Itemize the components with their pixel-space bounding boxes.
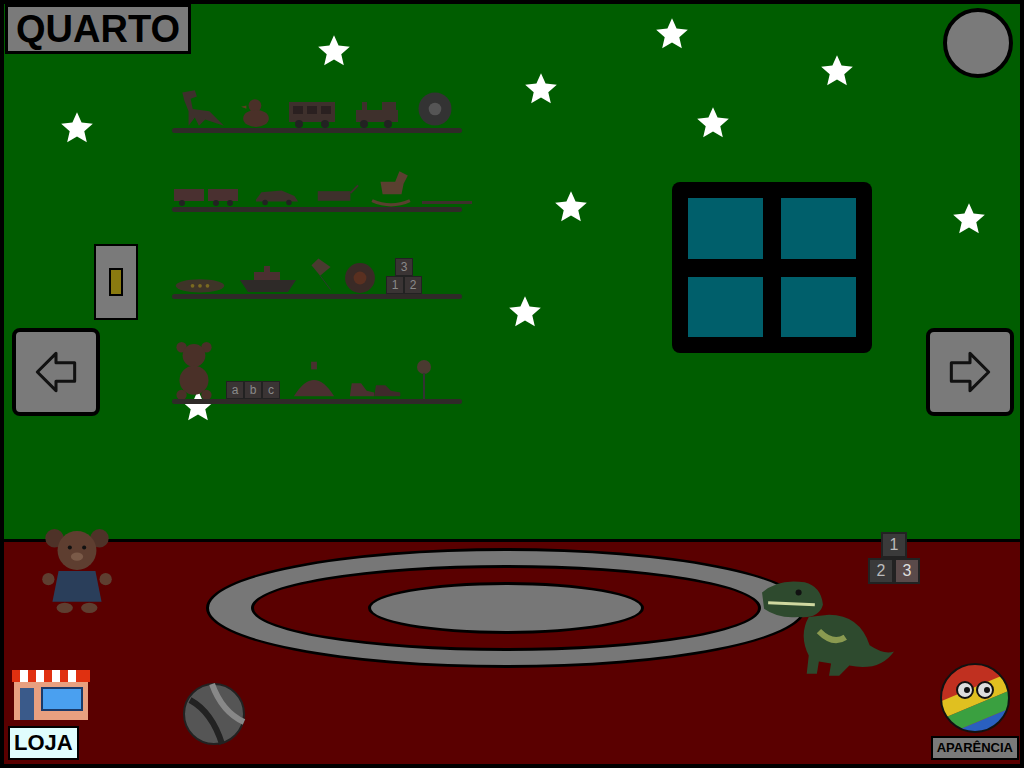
right-arrow-icon (942, 344, 998, 400)
flower-toy-icon (416, 90, 454, 128)
toy-car-icon (252, 185, 302, 207)
duck-toy-icon (240, 96, 272, 128)
shelf: abc (172, 339, 472, 404)
rug (206, 548, 806, 668)
submarine-toy-icon (172, 274, 228, 294)
ball-toy-icon (344, 262, 376, 294)
shelf-block: 3 (395, 258, 413, 276)
star-icon (694, 104, 732, 142)
floor-block: 3 (894, 558, 920, 584)
shelf-block: 2 (404, 276, 422, 294)
floor-block: 2 (868, 558, 894, 584)
appearance-label: APARÊNCIA (931, 736, 1019, 760)
kite-toy-icon (308, 254, 334, 294)
wall: QUARTO 312 abc (4, 4, 1020, 539)
star-icon (522, 70, 560, 108)
shelf-block: c (262, 381, 280, 399)
rose-toy-icon (414, 359, 434, 399)
window-pane (688, 198, 763, 259)
appearance-icon (939, 662, 1011, 734)
shelf-board (172, 399, 462, 404)
letter-blocks: abc (226, 381, 280, 399)
dinosaur-icon[interactable] (758, 574, 894, 676)
shelf-board (172, 294, 462, 299)
toy-train-icon (172, 183, 242, 207)
floor-block: 1 (881, 532, 907, 558)
star-icon (506, 293, 544, 331)
teddy-bear-toy-icon (172, 341, 216, 399)
shelf-block: 1 (386, 276, 404, 294)
toy-track-icon (422, 197, 472, 207)
toy-wagon-icon (312, 183, 360, 207)
next-room-button[interactable] (926, 328, 1014, 416)
dinosaur-toy-icon (174, 86, 226, 128)
star-icon (653, 15, 691, 53)
appearance-button[interactable]: APARÊNCIA (931, 662, 1019, 760)
menu-circle-button[interactable] (943, 8, 1013, 78)
teddy-bear-icon[interactable] (40, 526, 114, 614)
room-title: QUARTO (5, 4, 191, 54)
previous-room-button[interactable] (12, 328, 100, 416)
shelf (172, 84, 472, 133)
navigation (12, 328, 1014, 416)
shelf (172, 173, 472, 212)
shelf-block: b (244, 381, 262, 399)
rocking-horse-icon (370, 169, 412, 207)
star-icon (552, 188, 590, 226)
rug-center (368, 582, 644, 634)
shelf-block: a (226, 381, 244, 399)
floor: 123LOJAAPARÊNCIA (4, 539, 1020, 764)
shelf-board (172, 207, 462, 212)
left-arrow-icon (28, 344, 84, 400)
shoes-toy-icon (348, 375, 404, 399)
cake-toy-icon (290, 359, 338, 399)
shop-button[interactable]: LOJA (8, 666, 92, 760)
star-icon (315, 32, 353, 70)
window-pane (688, 277, 763, 338)
star-icon (58, 109, 96, 147)
star-icon (818, 52, 856, 90)
shelf-board (172, 128, 462, 133)
shop-label: LOJA (8, 726, 79, 760)
train-car-toy-icon (286, 98, 338, 128)
window-pane (781, 198, 856, 259)
ball-icon[interactable] (182, 682, 246, 746)
locomotive-toy-icon (352, 98, 402, 128)
shop-icon (10, 666, 92, 722)
room-window (672, 182, 872, 353)
switch-toggle (109, 268, 123, 296)
star-icon (950, 200, 988, 238)
game-screen: QUARTO312abc123LOJAAPARÊNCIA (0, 0, 1024, 768)
ship-toy-icon (238, 264, 298, 294)
window-pane (781, 277, 856, 338)
shelf: 312 (172, 252, 472, 299)
shelves: 312 abc (172, 84, 472, 404)
light-switch[interactable] (94, 244, 138, 320)
floor-blocks[interactable]: 123 (868, 532, 920, 584)
number-blocks: 312 (386, 258, 422, 294)
